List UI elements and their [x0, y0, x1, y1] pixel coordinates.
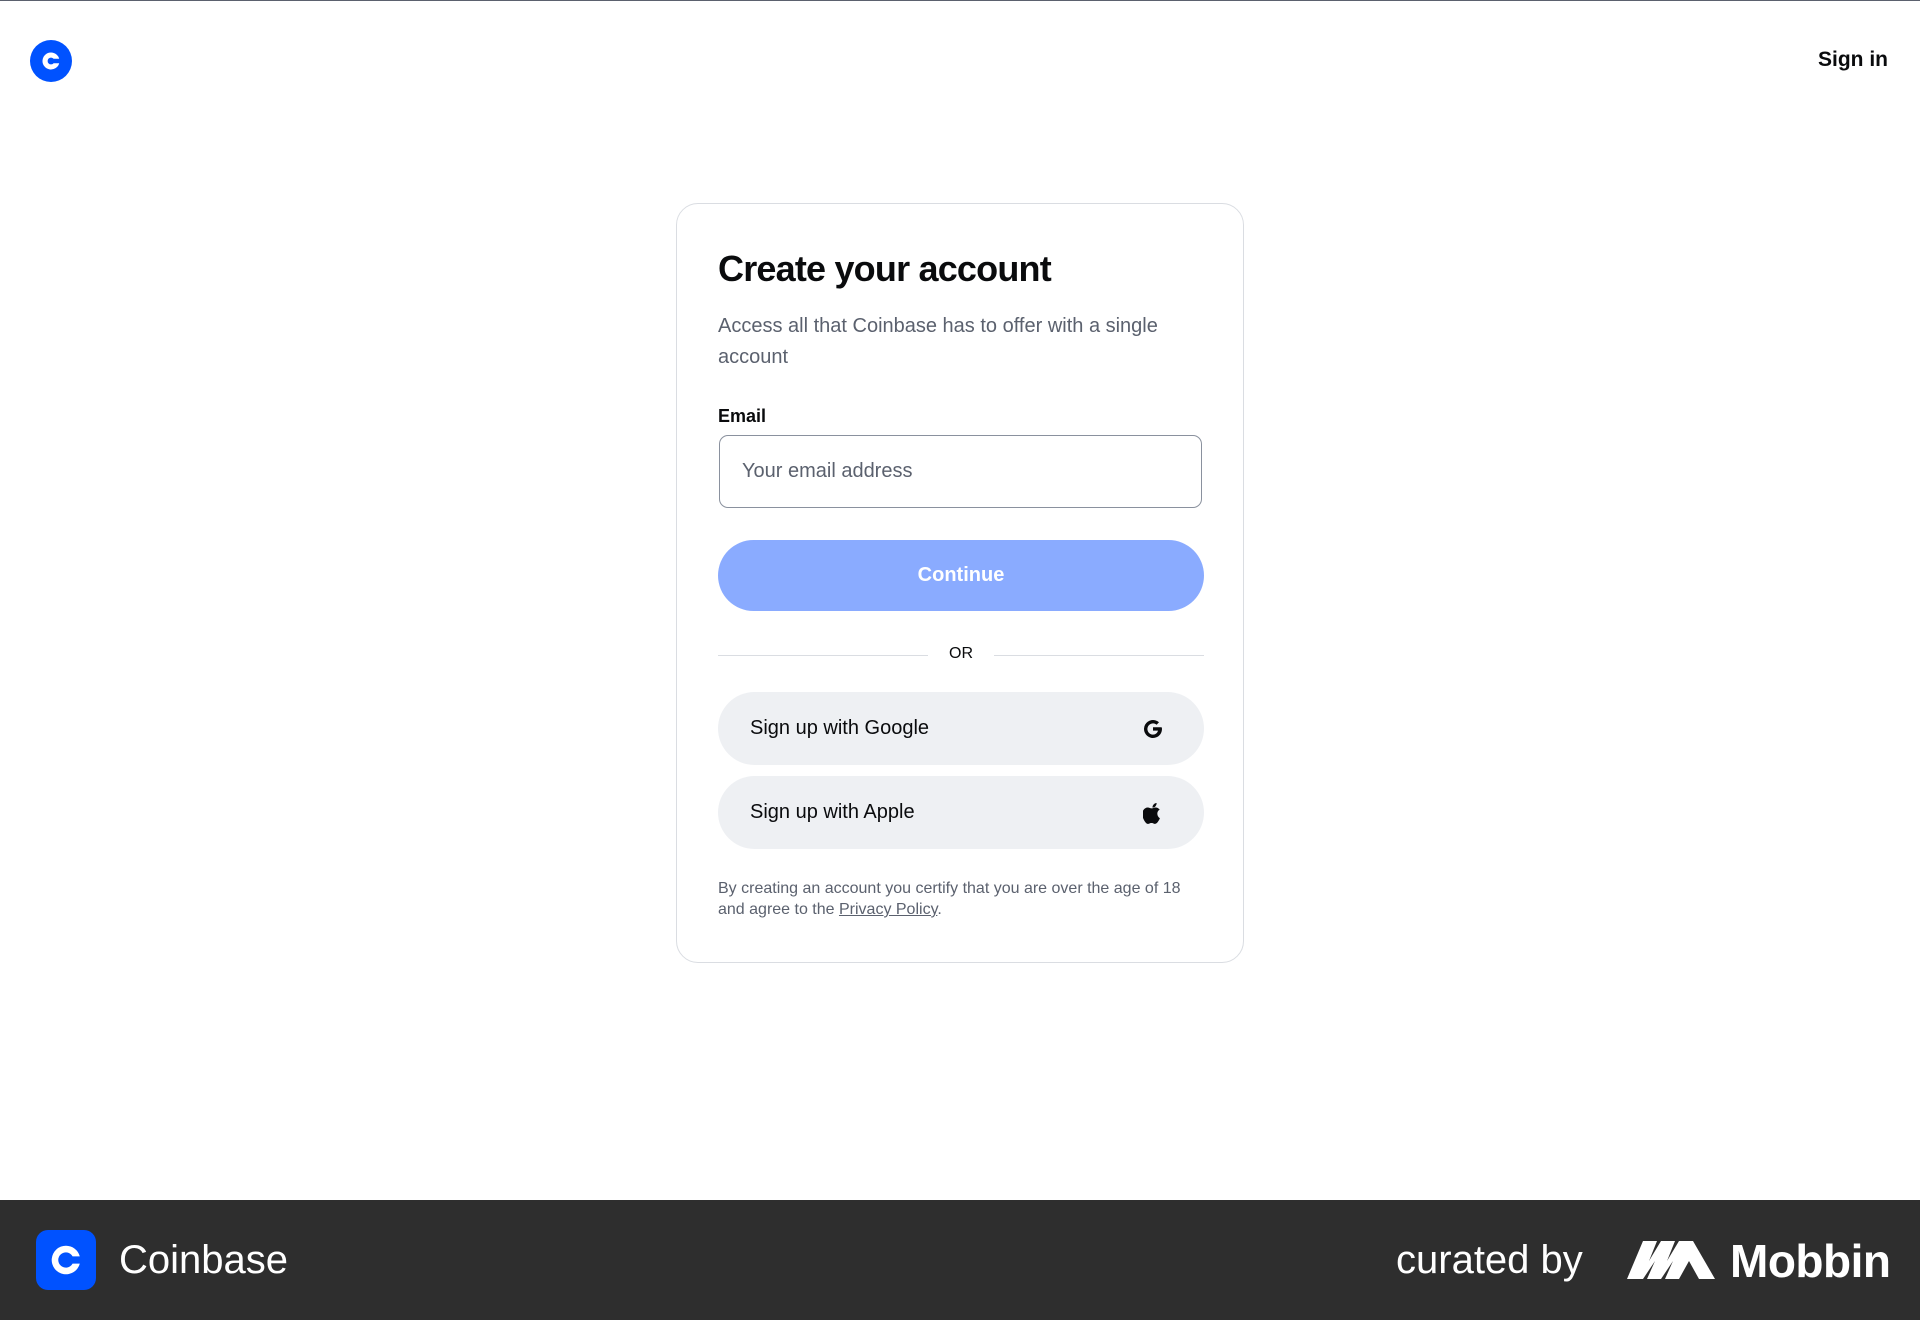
google-signup-button[interactable]: Sign up with Google [718, 692, 1204, 765]
or-label: OR [949, 645, 973, 662]
top-divider [0, 0, 1920, 1]
mobbin-logo-icon [1627, 1241, 1715, 1279]
sign-in-link[interactable]: Sign in [1818, 48, 1888, 72]
coinbase-logo-icon[interactable] [30, 40, 72, 82]
page-title: Create your account [718, 248, 1052, 289]
footer-curated-label: curated by [1396, 1238, 1583, 1282]
footer-app-name: Coinbase [119, 1238, 289, 1282]
apple-signup-label: Sign up with Apple [750, 801, 915, 823]
page-subtitle: Access all that Coinbase has to offer wi… [718, 315, 1158, 368]
apple-signup-button[interactable]: Sign up with Apple [718, 776, 1204, 849]
divider-line-right [994, 655, 1204, 656]
email-label: Email [718, 406, 767, 426]
or-divider: OR [718, 641, 1204, 669]
google-signup-label: Sign up with Google [750, 717, 930, 739]
footer-banner: Coinbase curated by Mobbin [0, 1200, 1920, 1320]
privacy-policy-link[interactable]: Privacy Policy [839, 901, 937, 918]
signup-card: Create your account Access all that Coin… [676, 203, 1244, 963]
legal-text: By creating an account you certify that … [718, 880, 1181, 918]
coinbase-app-icon [36, 1230, 96, 1290]
legal-notice: By creating an account you certify that … [718, 878, 1208, 920]
continue-button[interactable]: Continue [718, 540, 1204, 611]
email-field[interactable] [719, 435, 1202, 508]
apple-icon [1142, 802, 1164, 824]
footer-brand-name: Mobbin [1730, 1235, 1891, 1287]
legal-suffix: . [937, 901, 942, 918]
google-icon [1142, 718, 1164, 740]
